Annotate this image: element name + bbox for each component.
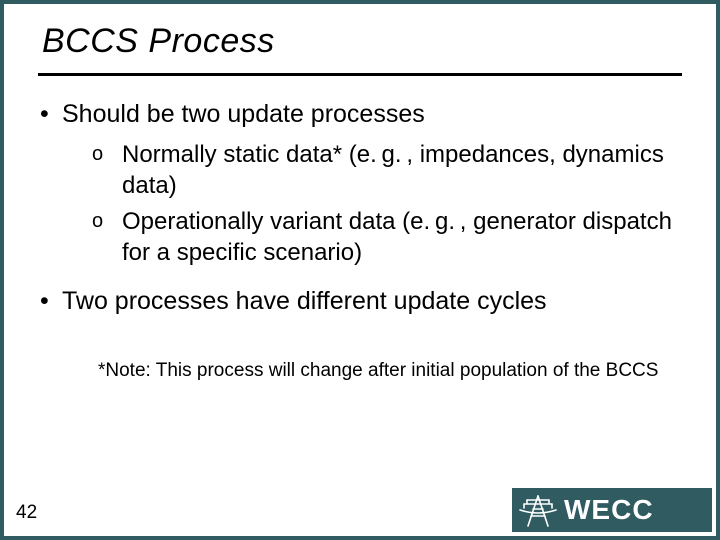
slide-body: Should be two update processes Normally … (4, 76, 716, 383)
bullet-list: Should be two update processes Normally … (38, 98, 682, 317)
footer: 42 WECC (4, 490, 716, 536)
slide-title: BCCS Process (4, 4, 716, 73)
sub-bullet-list: Normally static data* (e. g. , impedance… (62, 140, 682, 269)
bullet-text: Two processes have different update cycl… (62, 287, 547, 315)
bullet-text: Should be two update processes (62, 100, 425, 128)
sub-bullet-text: Operationally variant data (e. g. , gene… (122, 208, 672, 266)
transmission-tower-icon (518, 492, 558, 528)
sub-bullet-item: Normally static data* (e. g. , impedance… (92, 140, 682, 201)
bullet-item: Should be two update processes Normally … (38, 98, 682, 269)
footnote: *Note: This process will change after in… (38, 333, 682, 383)
bullet-item: Two processes have different update cycl… (38, 285, 682, 317)
wecc-logo: WECC (512, 488, 712, 532)
sub-bullet-text: Normally static data* (e. g. , impedance… (122, 141, 664, 199)
slide: BCCS Process Should be two update proces… (0, 0, 720, 540)
page-number: 42 (16, 502, 37, 524)
logo-text: WECC (564, 494, 654, 526)
sub-bullet-item: Operationally variant data (e. g. , gene… (92, 207, 682, 268)
